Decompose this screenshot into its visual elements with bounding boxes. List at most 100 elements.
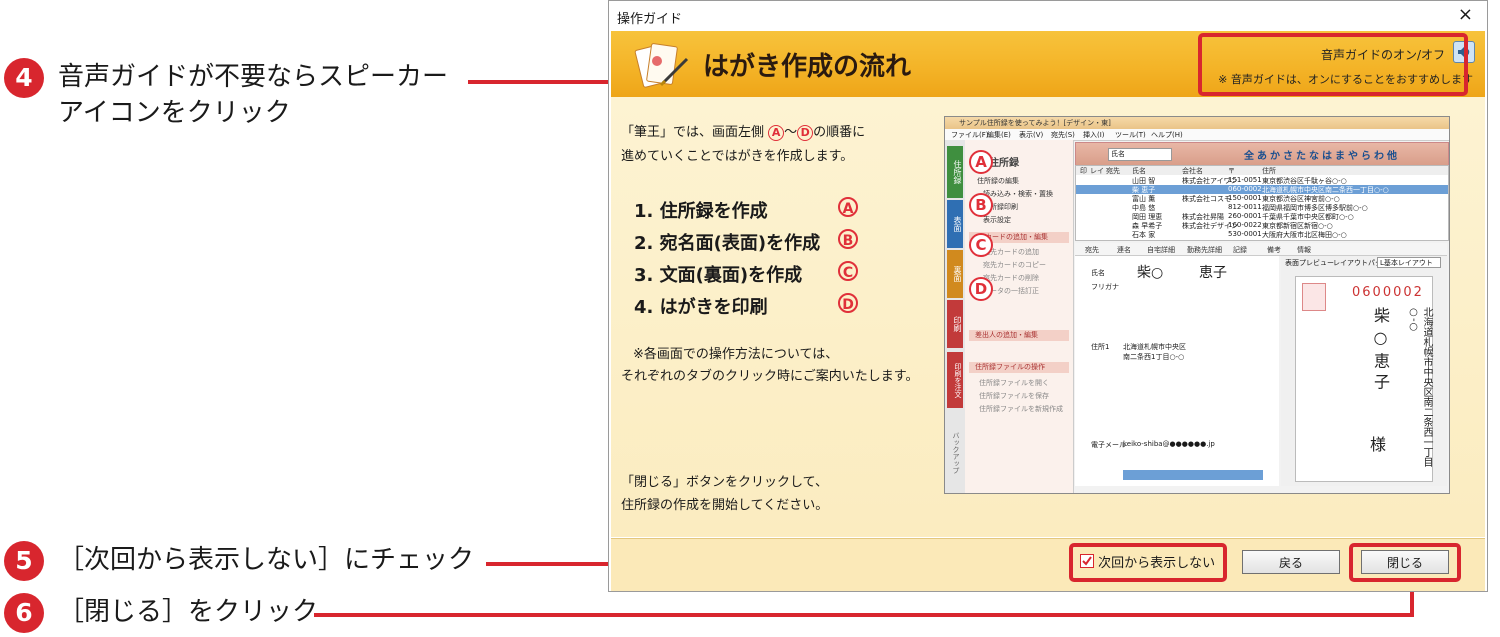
preview-postcard-name: 柴 ○ 恵 子 xyxy=(1371,307,1390,390)
preview-menu-help: ヘルプ(H) xyxy=(1151,131,1183,139)
step-4-text: 4. はがきを印刷 xyxy=(634,297,768,318)
intro-text: 「筆王」では、画面左側 xyxy=(621,125,765,140)
step-4-letter: D xyxy=(838,293,858,313)
table-row: 山田 智株式会社アイワン 151-0051 東京都渋谷区千駄ヶ谷○-○ xyxy=(1132,176,1347,185)
preview-tab-print: 印刷 xyxy=(947,300,963,348)
app-preview-screenshot: サンプル住所録を使ってみよう！[デザイン・東] ファイル(F) 編集(E) 表示… xyxy=(944,116,1450,494)
preview-kana-index: 全あかさたなはまやらわ他 xyxy=(1244,151,1400,162)
preview-item-import: 読み込み・検索・置換 xyxy=(983,190,1053,198)
preview-section-file: 住所録ファイルの操作 xyxy=(969,362,1069,373)
preview-title: サンプル住所録を使ってみよう！[デザイン・東] xyxy=(959,119,1111,127)
step-6-marker: 6 xyxy=(4,593,44,633)
preview-postcard-address: 北海道札幌市中央区南二条西一丁目○-○ xyxy=(1408,307,1432,467)
back-button[interactable]: 戻る xyxy=(1242,550,1340,574)
intro-tilde: ～ xyxy=(784,125,798,140)
closing-line-2: 住所録の作成を開始してください。 xyxy=(621,498,829,513)
window-close-icon[interactable]: × xyxy=(1458,4,1473,25)
highlight-close-button xyxy=(1349,543,1461,582)
step-1-letter: A xyxy=(838,197,858,217)
step-6-pointer-line xyxy=(314,613,1414,617)
note-line-1: ※各画面での操作方法については、 xyxy=(633,347,839,362)
step-4: 4. はがきを印刷 xyxy=(634,293,768,319)
intro-line-2: 進めていくことではがきを作成します。 xyxy=(621,149,854,164)
preview-table-header: 印 レイ 宛先 氏名 会社名 〒 住所 xyxy=(1076,166,1448,175)
step-1: 1. 住所録を作成 xyxy=(634,197,768,223)
preview-tab-address: 住所録 xyxy=(947,146,963,198)
preview-form-email: keiko-shiba@●●●●●●.jp xyxy=(1123,440,1215,448)
step-2-letter: B xyxy=(838,229,858,249)
table-row: 岡田 理恵 株式会社昇陽 260-0001 千葉県千葉市中央区都町○-○ xyxy=(1132,212,1354,221)
closing-line-1: 「閉じる」ボタンをクリックして、 xyxy=(621,475,828,490)
preview-postcard-area: 表面プレビュー レイアウトパターン L基本レイアウト 0600002 北海道札幌… xyxy=(1281,256,1447,486)
preview-letter-d: D xyxy=(969,277,993,301)
intro-letter-a: A xyxy=(768,124,785,141)
preview-form-address2: 南二条西1丁目○-○ xyxy=(1123,353,1185,361)
step-5-text: ［次回から表示しない］にチェック xyxy=(58,545,475,575)
preview-letter-b: B xyxy=(969,193,993,217)
highlight-checkbox xyxy=(1069,543,1227,582)
intro-line-1: 「筆王」では、画面左側 A ～ D の順番に xyxy=(621,121,865,141)
preview-tab-back: 裏面 xyxy=(947,250,963,298)
preview-section-sender: 差出人の追加・編集 xyxy=(969,330,1069,341)
preview-menu-insert: 挿入(I) xyxy=(1083,131,1105,139)
preview-menu-file: ファイル(F) xyxy=(951,131,989,139)
table-row: 中島 悠 812-0011 福岡県福岡市博多区博多駅前○-○ xyxy=(1132,203,1368,212)
preview-menu-dest: 宛先(S) xyxy=(1051,131,1075,139)
intro-post: の順番に xyxy=(813,125,866,140)
preview-item-copy: 宛先カードのコピー xyxy=(983,261,1046,269)
preview-item-delete: 宛先カードの削除 xyxy=(983,274,1039,282)
preview-form: 氏名 柴○ 恵子 フリガナ 住所1 北海道札幌市中央区 南二条西1丁目○-○ 電… xyxy=(1075,256,1279,486)
step-4-text-line1: 音声ガイドが不要ならスピーカー xyxy=(58,62,449,92)
dialog-title: 操作ガイド xyxy=(617,12,683,27)
preview-search-bar: 氏名 全あかさたなはまやらわ他 xyxy=(1075,142,1449,166)
step-5-marker: 5 xyxy=(4,541,44,581)
banner-title: はがき作成の流れ xyxy=(703,52,912,82)
preview-form-sei: 柴○ xyxy=(1137,265,1164,281)
step-3-text: 3. 文面(裏面)を作成 xyxy=(634,265,803,286)
preview-stamp xyxy=(1302,283,1326,311)
preview-panel-title: 住所録 xyxy=(989,158,1019,169)
step-2-text: 2. 宛名面(表面)を作成 xyxy=(634,233,821,254)
table-row: 石本 家 530-0001 大阪府大阪市北区梅田○-○ xyxy=(1132,230,1347,239)
step-3: 3. 文面(裏面)を作成 xyxy=(634,261,802,287)
note-line-2: それぞれのタブのクリック時にご案内いたします。 xyxy=(621,369,919,384)
table-row: 富山 薫株式会社コスモ 150-0001 東京都渋谷区神宮前○-○ xyxy=(1132,194,1340,203)
preview-form-tabs: 宛先 連名 自宅詳細 勤務先詳細 記録 備考 情報 xyxy=(1075,243,1447,256)
preview-titlebar: サンプル住所録を使ってみよう！[デザイン・東] xyxy=(945,117,1449,129)
preview-postcard: 0600002 北海道札幌市中央区南二条西一丁目○-○ 柴 ○ 恵 子 様 xyxy=(1295,276,1433,482)
preview-address-table: 印 レイ 宛先 氏名 会社名 〒 住所 山田 智株式会社アイワン 151-0051… xyxy=(1075,165,1449,241)
preview-menu-view: 表示(V) xyxy=(1019,131,1044,139)
preview-postcard-zip: 0600002 xyxy=(1352,285,1424,300)
preview-form-mei: 恵子 xyxy=(1199,265,1227,281)
preview-item-open: 住所録ファイルを開く xyxy=(979,379,1049,387)
postcard-pen-icon xyxy=(634,43,689,88)
step-4-marker: 4 xyxy=(4,58,44,98)
preview-layout-select: L基本レイアウト xyxy=(1377,257,1441,268)
table-row: 柴 恵子 060-0002 北海道札幌市中央区南二条西一丁目○-○ xyxy=(1076,185,1448,194)
preview-form-selected-row xyxy=(1123,470,1263,480)
step-6-text: ［閉じる］をクリック xyxy=(58,597,319,627)
step-2: 2. 宛名面(表面)を作成 xyxy=(634,229,820,255)
step-4-text-line2: アイコンをクリック xyxy=(58,98,291,128)
step-3-letter: C xyxy=(838,261,858,281)
preview-postcard-honor: 様 xyxy=(1370,435,1387,454)
preview-item-new: 住所録ファイルを新規作成 xyxy=(979,405,1063,413)
preview-form-address: 北海道札幌市中央区 xyxy=(1123,343,1186,351)
preview-backup: バックアップ xyxy=(952,432,960,474)
preview-tab-front: 表面 xyxy=(947,200,963,248)
preview-letter-c: C xyxy=(969,233,993,257)
preview-search-field: 氏名 xyxy=(1108,148,1172,161)
preview-side-tabs: 住所録 表面 裏面 印刷 印刷を注文 バックアップ xyxy=(945,140,965,493)
preview-tab-order: 印刷を注文 xyxy=(947,352,963,408)
preview-menu-tools: ツール(T) xyxy=(1115,131,1146,139)
preview-item-save: 住所録ファイルを保存 xyxy=(979,392,1049,400)
preview-letter-a: A xyxy=(969,150,993,174)
highlight-voice-guide xyxy=(1198,33,1468,96)
step-1-text: 1. 住所録を作成 xyxy=(634,201,768,222)
preview-menu-edit: 編集(E) xyxy=(987,131,1011,139)
table-row: 森 早希子 株式会社デザイン 160-0022 東京都新宿区新宿○-○ xyxy=(1132,221,1333,230)
dialog-titlebar: 操作ガイド × xyxy=(609,1,1487,31)
intro-letter-d: D xyxy=(797,124,814,141)
preview-item-edit: 住所録の編集 xyxy=(977,177,1019,185)
preview-item-display: 表示設定 xyxy=(983,216,1011,224)
